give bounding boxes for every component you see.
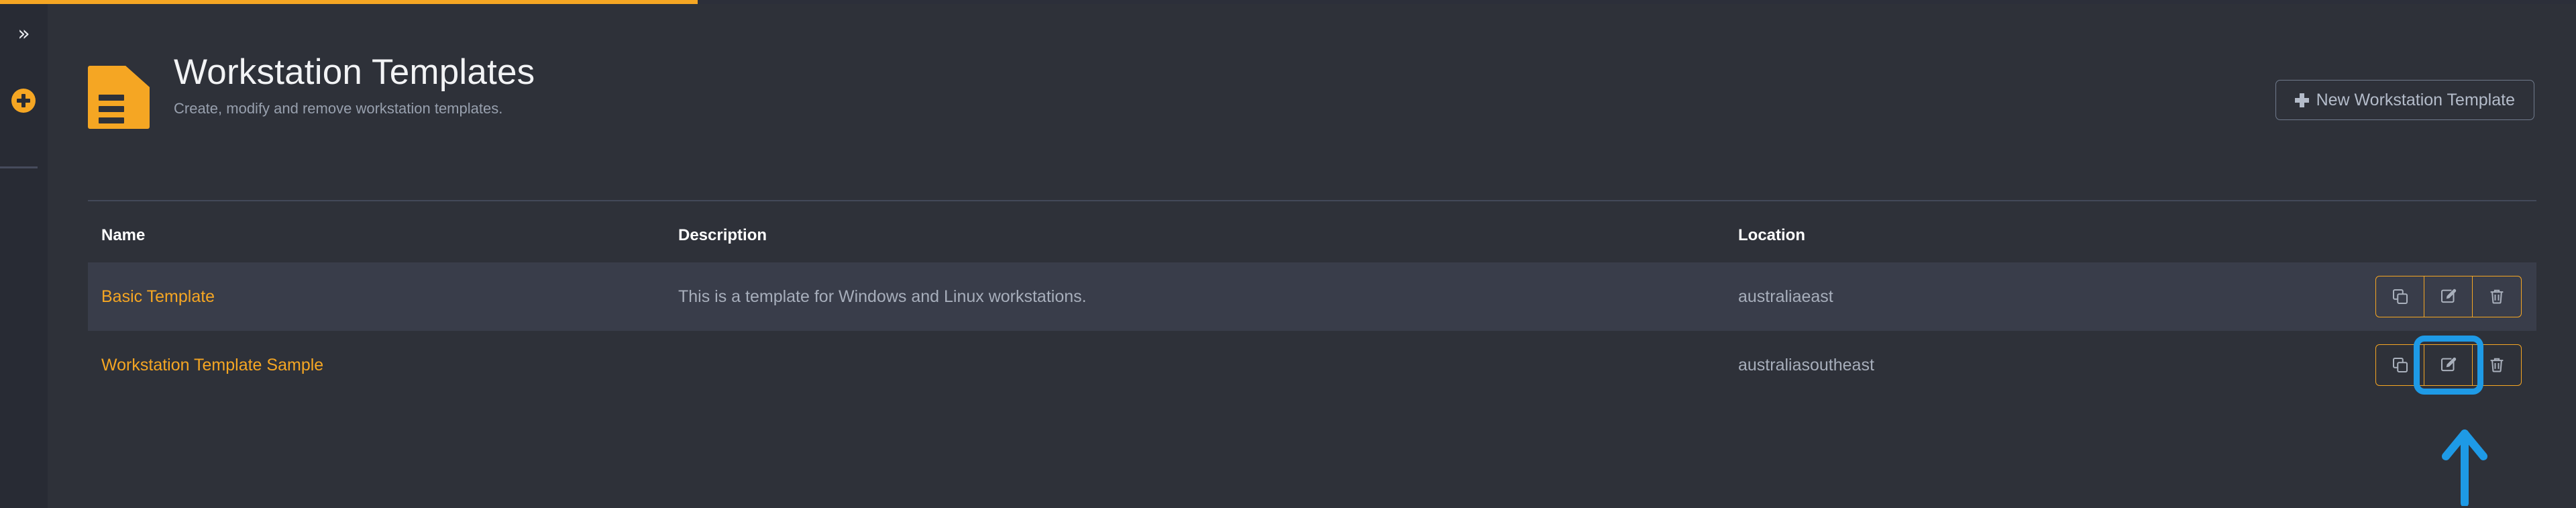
delete-icon xyxy=(2490,358,2504,372)
column-header-description[interactable]: Description xyxy=(678,201,1738,262)
template-name-link[interactable]: Basic Template xyxy=(101,287,215,306)
row-action-group xyxy=(2375,336,2522,395)
delete-button[interactable] xyxy=(2473,276,2521,317)
page-subtitle: Create, modify and remove workstation te… xyxy=(174,99,503,117)
column-header-location[interactable]: Location xyxy=(1738,201,2355,262)
edit-button[interactable] xyxy=(2414,336,2483,395)
copy-button[interactable] xyxy=(2376,276,2424,317)
cell-location: australiasoutheast xyxy=(1738,355,1874,374)
annotation-arrow-icon xyxy=(2442,429,2487,506)
cell-actions xyxy=(2355,262,2536,331)
templates-table-wrapper: Name Description Location Basic Template… xyxy=(88,200,2536,399)
templates-table: Name Description Location Basic Template… xyxy=(88,201,2536,399)
edit-icon xyxy=(2440,289,2456,303)
column-header-name[interactable]: Name xyxy=(88,201,678,262)
top-progress-bar xyxy=(0,0,698,4)
delete-icon xyxy=(2490,289,2504,304)
copy-icon xyxy=(2392,358,2408,372)
table-header-row: Name Description Location xyxy=(88,201,2536,262)
cell-description: This is a template for Windows and Linux… xyxy=(678,287,1087,306)
table-row[interactable]: Workstation Template Sample australiasou… xyxy=(88,331,2536,399)
chevron-double-right-icon[interactable]: » xyxy=(0,24,48,44)
plus-circle-icon[interactable] xyxy=(11,89,36,113)
left-sidebar-rail: » xyxy=(0,4,48,508)
cell-location: australiaeast xyxy=(1738,287,1833,306)
table-row[interactable]: Basic Template This is a template for Wi… xyxy=(88,262,2536,331)
table-body: Basic Template This is a template for Wi… xyxy=(88,262,2536,399)
cell-name: Workstation Template Sample xyxy=(88,331,678,399)
document-template-icon xyxy=(88,66,150,129)
template-name-link[interactable]: Workstation Template Sample xyxy=(101,356,323,374)
column-header-actions xyxy=(2355,201,2536,262)
row-action-group xyxy=(2375,276,2522,317)
page-title: Workstation Templates xyxy=(174,52,535,92)
main-content: Workstation Templates Create, modify and… xyxy=(48,4,2576,508)
delete-button[interactable] xyxy=(2473,345,2521,385)
new-workstation-template-label: New Workstation Template xyxy=(2316,90,2515,109)
cell-description xyxy=(678,331,1738,399)
table-header: Name Description Location xyxy=(88,201,2536,262)
copy-icon xyxy=(2392,289,2408,304)
cell-actions xyxy=(2355,331,2536,399)
cell-name: Basic Template xyxy=(88,262,678,331)
plus-icon xyxy=(2294,93,2309,107)
edit-icon xyxy=(2440,357,2456,372)
new-workstation-template-button[interactable]: New Workstation Template xyxy=(2275,80,2534,120)
sidebar-divider xyxy=(0,166,38,168)
copy-button[interactable] xyxy=(2376,345,2424,385)
page-header: Workstation Templates Create, modify and… xyxy=(88,52,535,129)
edit-button[interactable] xyxy=(2424,276,2473,317)
